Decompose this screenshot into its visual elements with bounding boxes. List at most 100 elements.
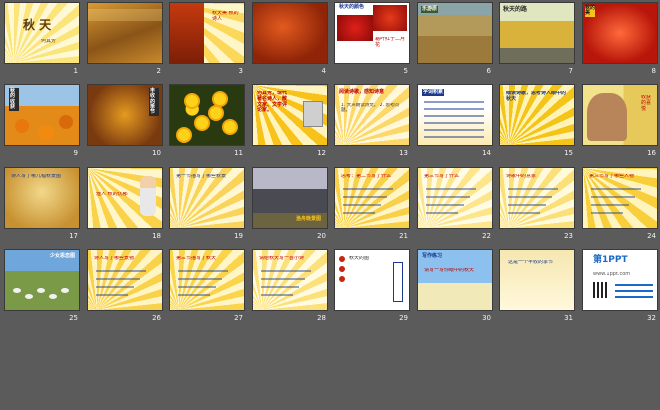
- slide-thumbnail-6[interactable]: 乐游原 6: [413, 0, 495, 80]
- text-line-2: [508, 204, 546, 206]
- slide-thumbnail-15[interactable]: 细读诗歌，思考诗人眼中的秋天 15: [495, 82, 577, 162]
- slide-thumbnail-28[interactable]: 请给秋天写一首小诗 28: [248, 247, 330, 327]
- slide-number: 27: [234, 314, 243, 322]
- text-line-0: [178, 270, 228, 272]
- slide-preview[interactable]: 秋天的路: [499, 2, 575, 64]
- text-line-2: [426, 204, 464, 206]
- slide-thumbnail-19[interactable]: 第一节描写了哪些秋景 19: [165, 165, 247, 245]
- text-line-3: [261, 294, 293, 296]
- chrysanthemum-5: [210, 107, 222, 119]
- slide-preview[interactable]: 收获的喜悦: [582, 84, 658, 146]
- slide-number: 25: [69, 314, 78, 322]
- text-line-2: [424, 115, 484, 117]
- slide-number: 24: [647, 232, 656, 240]
- red-dot: [339, 256, 345, 262]
- slide-preview[interactable]: 字词积累: [417, 84, 493, 146]
- pumpkin: [15, 119, 29, 133]
- slide-preview[interactable]: 第三节描写了秋天: [169, 249, 245, 311]
- slide-preview[interactable]: 细读诗歌，思考诗人眼中的秋天: [499, 84, 575, 146]
- slide-preview[interactable]: 请给秋天写一首小诗: [252, 249, 328, 311]
- slide-number: 4: [321, 67, 326, 75]
- slide-thumbnail-12[interactable]: 何其芳，现代著名诗人，散文家、文学评论家。 12: [248, 82, 330, 162]
- slide-preview[interactable]: 思考：第二节写了什么: [334, 167, 410, 229]
- slide-number: 28: [317, 314, 326, 322]
- slide-thumbnail-5[interactable]: 秋天的颜色 霜叶红于二月花 5: [330, 0, 412, 80]
- text-line-1: [343, 196, 387, 198]
- slide-preview[interactable]: 秋 天何其芳: [4, 2, 80, 64]
- slide-preview[interactable]: 第三节写了什么: [417, 167, 493, 229]
- slide-number: 7: [568, 67, 573, 75]
- slide-preview[interactable]: 秋天的颜色 霜叶红于二月花: [334, 2, 410, 64]
- slide-preview[interactable]: 丰收的季节: [87, 84, 163, 146]
- slide-thumbnail-7[interactable]: 秋天的路 7: [495, 0, 577, 80]
- slide-preview[interactable]: 写作练习 请写一写你眼中的秋天: [417, 249, 493, 311]
- slide-number: 3: [238, 67, 243, 75]
- slide-number: 15: [564, 149, 573, 157]
- slide-preview[interactable]: 渔舟晚景图: [252, 167, 328, 229]
- slide-number: 32: [647, 314, 656, 322]
- slide-preview[interactable]: 何其芳，现代著名诗人，散文家、文学评论家。: [252, 84, 328, 146]
- slide-thumbnail-17[interactable]: 诗人写了哪几幅秋景图 17: [0, 165, 82, 245]
- slide-title: 秋天的颜色: [339, 4, 365, 10]
- slide-thumbnail-2[interactable]: 2: [83, 0, 165, 80]
- text-line-1: [424, 108, 484, 110]
- slide-title: 写作练习: [422, 253, 443, 259]
- slide-thumbnail-27[interactable]: 第三节描写了秋天 27: [165, 247, 247, 327]
- slide-thumbnail-31[interactable]: 这是一个丰收的季节 31: [495, 247, 577, 327]
- slide-thumbnail-13[interactable]: 阅读诗歌，感知诗意 1. 大声朗读诗文。 2. 思考问题。 13: [330, 82, 412, 162]
- slide-thumbnail-8[interactable]: 秋的美 8: [578, 0, 660, 80]
- slide-thumbnail-25[interactable]: 少女思恋图 25: [0, 247, 82, 327]
- slide-preview[interactable]: [252, 2, 328, 64]
- slide-thumbnail-10[interactable]: 丰收的季节 10: [83, 82, 165, 162]
- slide-preview[interactable]: 第1PPT www.1ppt.com: [582, 249, 658, 311]
- chrysanthemum-3: [224, 121, 236, 133]
- slide-thumbnail-20[interactable]: 渔舟晚景图 20: [248, 165, 330, 245]
- slide-preview[interactable]: 秋天美 秋的诗人: [169, 2, 245, 64]
- slide-thumbnail-18[interactable]: 渔人 秋的忧郁 18: [83, 165, 165, 245]
- slide-thumbnail-23[interactable]: 诗歌中的意象 23: [495, 165, 577, 245]
- chrysanthemum-2: [196, 117, 208, 129]
- slide-preview[interactable]: 秋的美: [582, 2, 658, 64]
- sheep-2: [37, 288, 45, 293]
- slide-preview[interactable]: 渔人 秋的忧郁: [87, 167, 163, 229]
- slide-thumbnail-30[interactable]: 写作练习 请写一写你眼中的秋天 30: [413, 247, 495, 327]
- slide-text: 诗人写了哪些景物: [94, 256, 135, 261]
- slide-preview[interactable]: 诗人写了哪几幅秋景图: [4, 167, 80, 229]
- slide-number: 20: [317, 232, 326, 240]
- hands-photo: [587, 93, 627, 141]
- slide-thumbnail-16[interactable]: 收获的喜悦 16: [578, 82, 660, 162]
- slide-preview[interactable]: [87, 2, 163, 64]
- slide-preview[interactable]: [169, 84, 245, 146]
- slide-thumbnail-26[interactable]: 诗人写了哪些景物 26: [83, 247, 165, 327]
- slide-preview[interactable]: 第一节描写了哪些秋景: [169, 167, 245, 229]
- slide-preview[interactable]: 诗歌中的意象: [499, 167, 575, 229]
- slide-thumbnail-4[interactable]: 4: [248, 0, 330, 80]
- slide-number: 12: [317, 149, 326, 157]
- slide-preview[interactable]: 阅读诗歌，感知诗意 1. 大声朗读诗文。 2. 思考问题。: [334, 84, 410, 146]
- slide-preview[interactable]: 这是一个丰收的季节: [499, 249, 575, 311]
- slide-preview[interactable]: 少女思恋图: [4, 249, 80, 311]
- slide-preview[interactable]: 秋的收获: [4, 84, 80, 146]
- slide-number: 21: [399, 232, 408, 240]
- text-line-3: [508, 212, 540, 214]
- slide-preview[interactable]: 诗人写了哪些景物: [87, 249, 163, 311]
- slide-thumbnail-1[interactable]: 秋 天何其芳 1: [0, 0, 82, 80]
- slide-preview[interactable]: 秋天的图: [334, 249, 410, 311]
- author-portrait: [303, 101, 323, 127]
- slide-thumbnail-11[interactable]: 11: [165, 82, 247, 162]
- slide-thumbnail-24[interactable]: 第三节写了哪些人物 24: [578, 165, 660, 245]
- slide-number: 16: [647, 149, 656, 157]
- chrysanthemum-1: [214, 93, 226, 105]
- slide-number: 1: [73, 67, 78, 75]
- slide-thumbnail-9[interactable]: 秋的收获 9: [0, 82, 82, 162]
- slide-thumbnail-32[interactable]: 第1PPT www.1ppt.com 32: [578, 247, 660, 327]
- slide-thumbnail-29[interactable]: 秋天的图 29: [330, 247, 412, 327]
- slide-preview[interactable]: 乐游原: [417, 2, 493, 64]
- slide-thumbnail-14[interactable]: 字词积累 14: [413, 82, 495, 162]
- slide-preview[interactable]: 第三节写了哪些人物: [582, 167, 658, 229]
- slide-thumbnail-22[interactable]: 第三节写了什么 22: [413, 165, 495, 245]
- slide-thumbnail-21[interactable]: 思考：第二节写了什么 21: [330, 165, 412, 245]
- slide-text: 渔人 秋的忧郁: [96, 192, 128, 197]
- slide-sorter-grid: 秋 天何其芳 1 2 秋天美 秋的诗人 3 4 秋天的颜色 霜叶红于二月花 5 乐游原 6 秋天的路 7…: [0, 0, 660, 410]
- slide-thumbnail-3[interactable]: 秋天美 秋的诗人 3: [165, 0, 247, 80]
